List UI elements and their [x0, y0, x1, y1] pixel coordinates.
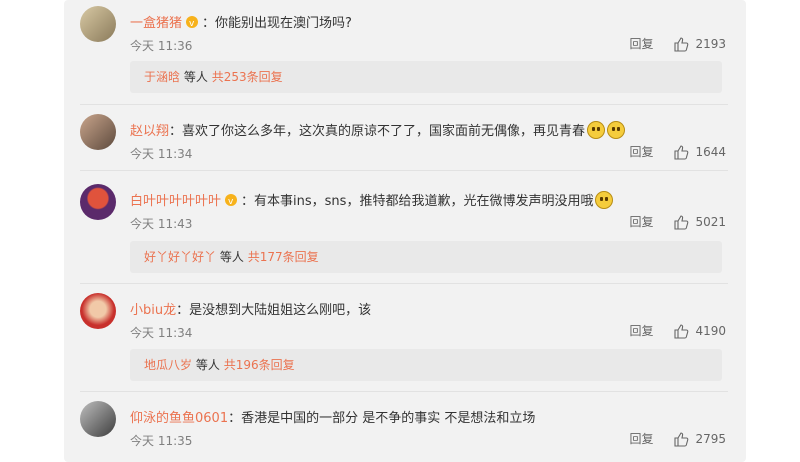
comment-text: 香港是中国的一部分 是不争的事实 不是想法和立场 — [241, 411, 536, 426]
comment-time: 今天 11:34 — [130, 326, 193, 340]
svg-text:v: v — [189, 19, 195, 29]
reply-button[interactable]: 回复 — [629, 322, 653, 339]
comment-time: 今天 11:34 — [130, 147, 193, 161]
reply-user[interactable]: 好丫好丫好丫 — [144, 250, 216, 264]
divider — [80, 104, 728, 105]
crying-laugh-emoji-icon — [607, 120, 626, 139]
like-count: 2193 — [695, 36, 726, 51]
thumbs-up-icon — [674, 214, 689, 230]
svg-text:v: v — [228, 197, 234, 207]
comment-text: 你能别出现在澳门场吗? — [215, 16, 352, 31]
comment-text: 喜欢了你这么多年，这次真的原谅不了了，国家面前无偶像，再见青春 — [182, 124, 586, 139]
reply-button[interactable]: 回复 — [629, 213, 653, 230]
replies-summary[interactable]: 好丫好丫好丫 等人 共177条回复 — [130, 241, 722, 273]
crying-laugh-emoji-icon — [595, 190, 614, 209]
like-button[interactable]: 2193 — [673, 36, 726, 52]
thumbs-up-icon — [674, 36, 689, 52]
avatar[interactable] — [80, 6, 116, 42]
reply-button[interactable]: 回复 — [629, 143, 653, 160]
comment-time: 今天 11:43 — [130, 217, 193, 231]
reply-user[interactable]: 地瓜八岁 — [144, 358, 192, 372]
vip-badge-icon: v — [185, 15, 201, 29]
reply-suffix: 等人 — [183, 70, 208, 84]
divider — [80, 283, 728, 284]
comment-username[interactable]: 赵以翔 — [130, 120, 169, 139]
comment-username[interactable]: 小biu龙 — [130, 299, 176, 318]
divider — [80, 391, 728, 392]
comment-text: 是没想到大陆姐姐这么刚吧，该 — [189, 303, 372, 318]
separator: ： — [176, 303, 190, 318]
like-button[interactable]: 2795 — [673, 431, 726, 447]
like-button[interactable]: 5021 — [673, 214, 726, 230]
like-count: 4190 — [695, 323, 726, 338]
like-button[interactable]: 4190 — [673, 323, 726, 339]
thumbs-up-icon — [674, 144, 689, 160]
comment-username[interactable]: 白叶叶叶叶叶叶 — [130, 190, 221, 209]
reply-count-link[interactable]: 共253条回复 — [212, 70, 283, 84]
vip-badge-icon: v — [224, 193, 240, 207]
reply-count-link[interactable]: 共177条回复 — [248, 250, 319, 264]
divider — [80, 170, 728, 171]
separator: ： — [241, 194, 255, 209]
like-button[interactable]: 1644 — [673, 144, 726, 160]
comment-text: 有本事ins，sns，推特都给我道歉，光在微博发声明没用哦 — [254, 194, 594, 209]
separator: ： — [202, 16, 216, 31]
comment-time: 今天 11:35 — [130, 434, 193, 448]
reply-suffix: 等人 — [219, 250, 244, 264]
reply-suffix: 等人 — [195, 358, 220, 372]
comment-username[interactable]: 一盒猪猪 — [130, 12, 182, 31]
avatar[interactable] — [80, 184, 116, 220]
separator: ： — [169, 124, 183, 139]
avatar[interactable] — [80, 114, 116, 150]
separator: ： — [228, 411, 242, 426]
like-count: 1644 — [695, 144, 726, 159]
comment-time: 今天 11:36 — [130, 39, 193, 53]
crying-laugh-emoji-icon — [587, 120, 606, 139]
replies-summary[interactable]: 于涵晗 等人 共253条回复 — [130, 61, 722, 93]
replies-summary[interactable]: 地瓜八岁 等人 共196条回复 — [130, 349, 722, 381]
thumbs-up-icon — [674, 323, 689, 339]
reply-button[interactable]: 回复 — [629, 35, 653, 52]
like-count: 5021 — [695, 214, 726, 229]
reply-count-link[interactable]: 共196条回复 — [224, 358, 295, 372]
comment-username[interactable]: 仰泳的鱼鱼0601 — [130, 407, 228, 426]
thumbs-up-icon — [674, 431, 689, 447]
like-count: 2795 — [695, 431, 726, 446]
avatar[interactable] — [80, 401, 116, 437]
reply-user[interactable]: 于涵晗 — [144, 70, 180, 84]
avatar[interactable] — [80, 293, 116, 329]
reply-button[interactable]: 回复 — [629, 430, 653, 447]
